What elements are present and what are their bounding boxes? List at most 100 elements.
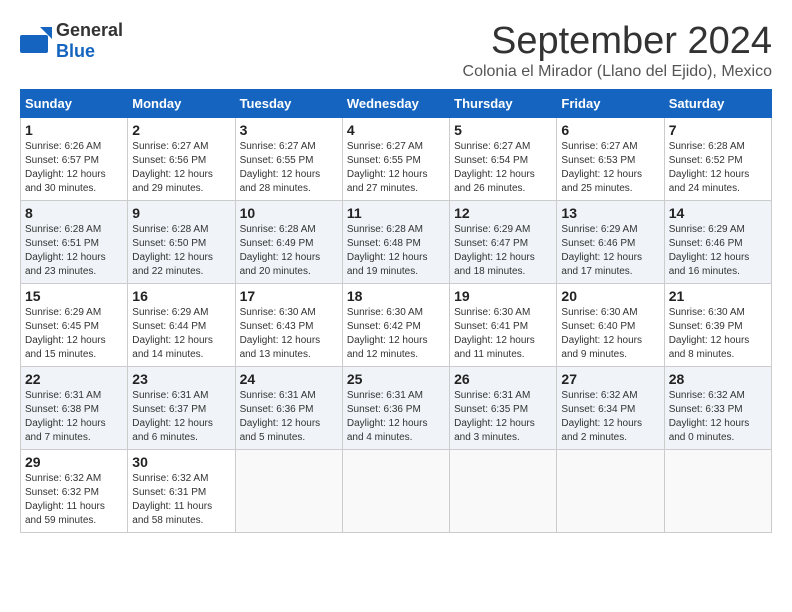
calendar-cell: 9Sunrise: 6:28 AMSunset: 6:50 PMDaylight…	[128, 201, 235, 284]
calendar-table: Sunday Monday Tuesday Wednesday Thursday…	[20, 89, 772, 533]
day-info: Sunrise: 6:32 AMSunset: 6:32 PMDaylight:…	[25, 472, 123, 528]
logo-blue: Blue	[56, 41, 95, 61]
day-info: Sunrise: 6:30 AMSunset: 6:43 PMDaylight:…	[240, 306, 338, 362]
calendar-cell: 19 Sunrise: 6:30 AMSunset: 6:41 PMDayligh…	[450, 284, 557, 367]
logo-general: General	[56, 20, 123, 40]
header-wednesday: Wednesday	[342, 90, 449, 118]
day-info: Sunrise: 6:30 AMSunset: 6:42 PMDaylight:…	[347, 306, 445, 362]
day-number: 4	[347, 122, 445, 138]
day-info: Sunrise: 6:28 AMSunset: 6:50 PMDaylight:…	[132, 223, 230, 279]
day-info: Sunrise: 6:32 AMSunset: 6:31 PMDaylight:…	[132, 472, 230, 528]
calendar-cell: 28Sunrise: 6:32 AMSunset: 6:33 PMDayligh…	[664, 367, 771, 450]
day-number: 19	[454, 288, 552, 304]
day-number: 6	[561, 122, 659, 138]
day-number: 23	[132, 371, 230, 387]
day-info: Sunrise: 6:30 AMSunset: 6:39 PMDaylight:…	[669, 306, 767, 362]
month-title: September 2024	[463, 20, 772, 63]
day-info: Sunrise: 6:29 AMSunset: 6:46 PMDaylight:…	[561, 223, 659, 279]
day-number: 18	[347, 288, 445, 304]
day-number: 2	[132, 122, 230, 138]
day-info: Sunrise: 6:28 AMSunset: 6:48 PMDaylight:…	[347, 223, 445, 279]
location-subtitle: Colonia el Mirador (Llano del Ejido), Me…	[463, 63, 772, 81]
day-number: 21	[669, 288, 767, 304]
day-number: 29	[25, 454, 123, 470]
day-info: Sunrise: 6:31 AMSunset: 6:37 PMDaylight:…	[132, 389, 230, 445]
calendar-cell: 12 Sunrise: 6:29 AMSunset: 6:47 PMDayligh…	[450, 201, 557, 284]
day-info: Sunrise: 6:32 AMSunset: 6:33 PMDaylight:…	[669, 389, 767, 445]
day-info: Sunrise: 6:31 AMSunset: 6:35 PMDaylight:…	[454, 389, 552, 445]
header-friday: Friday	[557, 90, 664, 118]
day-info: Sunrise: 6:31 AMSunset: 6:36 PMDaylight:…	[347, 389, 445, 445]
header-sunday: Sunday	[21, 90, 128, 118]
day-info: Sunrise: 6:27 AMSunset: 6:56 PMDaylight:…	[132, 140, 230, 196]
day-number: 20	[561, 288, 659, 304]
calendar-week-5: 29 Sunrise: 6:32 AMSunset: 6:32 PMDayligh…	[21, 450, 772, 533]
calendar-cell: 30 Sunrise: 6:32 AMSunset: 6:31 PMDayligh…	[128, 450, 235, 533]
day-number: 22	[25, 371, 123, 387]
calendar-cell: 29 Sunrise: 6:32 AMSunset: 6:32 PMDayligh…	[21, 450, 128, 533]
calendar-header-row: Sunday Monday Tuesday Wednesday Thursday…	[21, 90, 772, 118]
calendar-cell	[450, 450, 557, 533]
day-info: Sunrise: 6:28 AMSunset: 6:52 PMDaylight:…	[669, 140, 767, 196]
calendar-week-3: 15Sunrise: 6:29 AMSunset: 6:45 PMDayligh…	[21, 284, 772, 367]
calendar-cell	[664, 450, 771, 533]
day-info: Sunrise: 6:28 AMSunset: 6:51 PMDaylight:…	[25, 223, 123, 279]
calendar-cell: 27 Sunrise: 6:32 AMSunset: 6:34 PMDayligh…	[557, 367, 664, 450]
day-info: Sunrise: 6:27 AMSunset: 6:55 PMDaylight:…	[347, 140, 445, 196]
day-info: Sunrise: 6:31 AMSunset: 6:38 PMDaylight:…	[25, 389, 123, 445]
day-number: 27	[561, 371, 659, 387]
calendar-cell: 15Sunrise: 6:29 AMSunset: 6:45 PMDayligh…	[21, 284, 128, 367]
calendar-cell: 13 Sunrise: 6:29 AMSunset: 6:46 PMDayligh…	[557, 201, 664, 284]
day-number: 24	[240, 371, 338, 387]
day-number: 14	[669, 205, 767, 221]
day-info: Sunrise: 6:27 AMSunset: 6:54 PMDaylight:…	[454, 140, 552, 196]
calendar-cell: 16 Sunrise: 6:29 AMSunset: 6:44 PMDayligh…	[128, 284, 235, 367]
calendar-cell: 5 Sunrise: 6:27 AMSunset: 6:54 PMDaylight…	[450, 118, 557, 201]
day-info: Sunrise: 6:29 AMSunset: 6:44 PMDaylight:…	[132, 306, 230, 362]
day-info: Sunrise: 6:30 AMSunset: 6:41 PMDaylight:…	[454, 306, 552, 362]
day-number: 30	[132, 454, 230, 470]
header-thursday: Thursday	[450, 90, 557, 118]
header-tuesday: Tuesday	[235, 90, 342, 118]
logo-icon	[20, 27, 52, 55]
day-info: Sunrise: 6:27 AMSunset: 6:53 PMDaylight:…	[561, 140, 659, 196]
day-info: Sunrise: 6:30 AMSunset: 6:40 PMDaylight:…	[561, 306, 659, 362]
page-header: General Blue September 2024 Colonia el M…	[20, 20, 772, 81]
calendar-cell: 17Sunrise: 6:30 AMSunset: 6:43 PMDayligh…	[235, 284, 342, 367]
day-number: 16	[132, 288, 230, 304]
calendar-cell: 22 Sunrise: 6:31 AMSunset: 6:38 PMDayligh…	[21, 367, 128, 450]
day-info: Sunrise: 6:26 AMSunset: 6:57 PMDaylight:…	[25, 140, 123, 196]
calendar-cell: 14Sunrise: 6:29 AMSunset: 6:46 PMDayligh…	[664, 201, 771, 284]
day-number: 13	[561, 205, 659, 221]
day-number: 12	[454, 205, 552, 221]
title-area: September 2024 Colonia el Mirador (Llano…	[463, 20, 772, 81]
day-number: 11	[347, 205, 445, 221]
day-number: 26	[454, 371, 552, 387]
day-info: Sunrise: 6:27 AMSunset: 6:55 PMDaylight:…	[240, 140, 338, 196]
calendar-cell: 1 Sunrise: 6:26 AMSunset: 6:57 PMDaylight…	[21, 118, 128, 201]
day-number: 1	[25, 122, 123, 138]
calendar-cell: 10Sunrise: 6:28 AMSunset: 6:49 PMDayligh…	[235, 201, 342, 284]
calendar-week-2: 8Sunrise: 6:28 AMSunset: 6:51 PMDaylight…	[21, 201, 772, 284]
header-saturday: Saturday	[664, 90, 771, 118]
day-number: 25	[347, 371, 445, 387]
calendar-cell: 25 Sunrise: 6:31 AMSunset: 6:36 PMDayligh…	[342, 367, 449, 450]
calendar-cell: 24 Sunrise: 6:31 AMSunset: 6:36 PMDayligh…	[235, 367, 342, 450]
day-number: 3	[240, 122, 338, 138]
day-info: Sunrise: 6:28 AMSunset: 6:49 PMDaylight:…	[240, 223, 338, 279]
calendar-cell: 3 Sunrise: 6:27 AMSunset: 6:55 PMDaylight…	[235, 118, 342, 201]
day-info: Sunrise: 6:29 AMSunset: 6:47 PMDaylight:…	[454, 223, 552, 279]
day-info: Sunrise: 6:32 AMSunset: 6:34 PMDaylight:…	[561, 389, 659, 445]
day-info: Sunrise: 6:29 AMSunset: 6:45 PMDaylight:…	[25, 306, 123, 362]
calendar-week-1: 1 Sunrise: 6:26 AMSunset: 6:57 PMDaylight…	[21, 118, 772, 201]
day-number: 5	[454, 122, 552, 138]
calendar-cell: 21 Sunrise: 6:30 AMSunset: 6:39 PMDayligh…	[664, 284, 771, 367]
calendar-cell: 4 Sunrise: 6:27 AMSunset: 6:55 PMDaylight…	[342, 118, 449, 201]
day-info: Sunrise: 6:31 AMSunset: 6:36 PMDaylight:…	[240, 389, 338, 445]
header-monday: Monday	[128, 90, 235, 118]
calendar-cell	[342, 450, 449, 533]
day-number: 7	[669, 122, 767, 138]
calendar-cell: 6 Sunrise: 6:27 AMSunset: 6:53 PMDaylight…	[557, 118, 664, 201]
calendar-cell: 23 Sunrise: 6:31 AMSunset: 6:37 PMDayligh…	[128, 367, 235, 450]
calendar-cell: 18 Sunrise: 6:30 AMSunset: 6:42 PMDayligh…	[342, 284, 449, 367]
